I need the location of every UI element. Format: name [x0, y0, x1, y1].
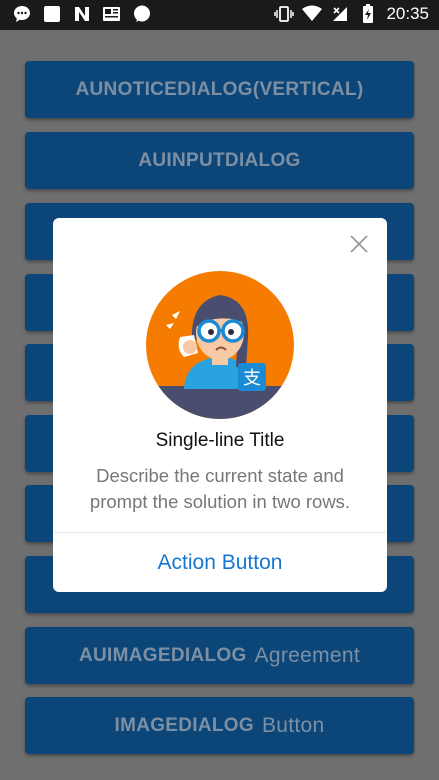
notice-dialog: 支 Single-line Title Describe the current… — [53, 218, 387, 592]
worried-user-illustration: 支 — [146, 271, 294, 419]
list-button-image-dialog-button[interactable]: IMAGEDIALOG Button — [25, 697, 414, 754]
message-bubble-icon — [12, 4, 32, 24]
square-notification-icon — [42, 4, 62, 24]
vibrate-icon — [274, 4, 295, 24]
list-button-image-dialog-agreement[interactable]: AUIMAGEDIALOG Agreement — [25, 627, 414, 684]
notification-icons — [12, 4, 152, 24]
no-signal-icon — [330, 4, 350, 24]
close-icon[interactable] — [347, 232, 371, 256]
list-button-input-dialog[interactable]: AUINPUTDIALOG — [25, 132, 414, 189]
news-icon — [102, 4, 122, 24]
list-button-label: IMAGEDIALOG — [114, 714, 254, 736]
dialog-title: Single-line Title — [155, 430, 285, 451]
svg-text:支: 支 — [243, 368, 261, 389]
status-bar: 20:35 — [0, 0, 439, 30]
list-button-notice-dialog-vertical[interactable]: AUNOTICEDIALOG(VERTICAL) — [25, 61, 414, 118]
dialog-description: Describe the current state and prompt th… — [89, 465, 351, 512]
list-button-sublabel: Agreement — [254, 643, 360, 667]
battery-charging-icon — [358, 4, 378, 24]
n-app-icon — [72, 4, 92, 24]
list-button-label: AUNOTICEDIALOG(VERTICAL) — [75, 78, 364, 100]
list-button-label: AUIMAGEDIALOG — [79, 644, 247, 666]
list-button-sublabel: Button — [261, 713, 325, 737]
clock: 20:35 — [386, 4, 429, 23]
action-button[interactable]: Action Button — [53, 533, 387, 592]
system-icons: 20:35 — [274, 4, 429, 24]
list-button-label: AUINPUTDIALOG — [138, 149, 301, 171]
wifi-icon — [302, 4, 323, 24]
messenger-icon — [132, 4, 152, 24]
